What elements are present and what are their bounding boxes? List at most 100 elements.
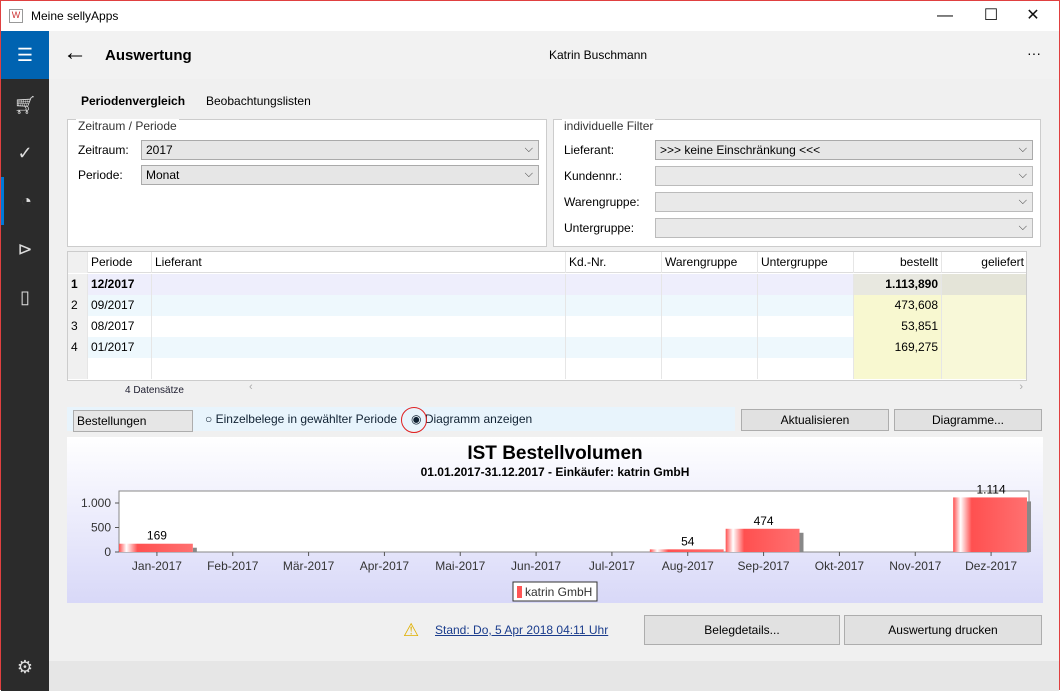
table-cell: 01/2017: [88, 337, 152, 358]
column-header[interactable]: Warengruppe: [662, 252, 758, 273]
chevron-down-icon: ⌵: [1018, 169, 1027, 181]
period-group: Zeitraum / Periode Zeitraum: 2017 ⌵ Perio…: [67, 119, 547, 247]
header: ← Auswertung Katrin Buschmann ···: [49, 31, 1059, 79]
table-cell: [942, 337, 1026, 358]
chart-panel: IST Bestellvolumen 01.01.2017-31.12.2017 …: [67, 437, 1043, 603]
tag-icon[interactable]: ⊳: [1, 225, 49, 273]
belegdetails-button[interactable]: Belegdetails...: [644, 615, 840, 645]
kundennr-select[interactable]: ⌵: [655, 166, 1033, 186]
table-cell: [662, 274, 758, 295]
data-table: Periode Lieferant Kd.-Nr. Warengruppe Un…: [67, 251, 1027, 381]
x-tick-label: Mär-2017: [283, 559, 335, 573]
bar-shadow: [1027, 501, 1031, 552]
radio-einzelbelege[interactable]: ○ Einzelbelege in gewählter Periode: [205, 412, 397, 426]
warengruppe-select[interactable]: ⌵: [655, 192, 1033, 212]
x-tick-label: Jan-2017: [132, 559, 182, 573]
tab-beobachtungslisten[interactable]: Beobachtungslisten: [206, 94, 311, 108]
table-cell: [68, 358, 88, 379]
diagrams-button[interactable]: Diagramme...: [894, 409, 1042, 431]
table-cell: [662, 316, 758, 337]
tab-periodenvergleich[interactable]: Periodenvergleich: [81, 94, 185, 108]
table-row[interactable]: 2 09/2017 473,608: [68, 295, 1026, 316]
refresh-button[interactable]: Aktualisieren: [741, 409, 889, 431]
bar-chart: IST Bestellvolumen01.01.2017-31.12.2017 …: [81, 443, 1031, 602]
table-row[interactable]: 1 12/2017 1.113,890: [68, 274, 1026, 295]
table-cell: [942, 358, 1026, 379]
table-cell: 08/2017: [88, 316, 152, 337]
record-count: 4 Datensätze: [125, 385, 184, 396]
y-tick-label: 500: [91, 521, 111, 535]
table-cell: 53,851: [854, 316, 942, 337]
table-cell: [566, 316, 662, 337]
minimize-button[interactable]: —: [925, 5, 965, 27]
bar: [725, 528, 800, 552]
table-row[interactable]: 3 08/2017 53,851: [68, 316, 1026, 337]
cart-icon[interactable]: 🛒︎: [1, 81, 49, 129]
chevron-down-icon: ⌵: [1018, 195, 1027, 207]
group-legend: individuelle Filter: [562, 119, 656, 133]
radio-diagramm[interactable]: ◉ Diagramm anzeigen: [411, 412, 532, 426]
zeitraum-select[interactable]: 2017 ⌵: [141, 140, 539, 160]
periode-select[interactable]: Monat ⌵: [141, 165, 539, 185]
stand-link[interactable]: Stand: Do, 5 Apr 2018 04:11 Uhr: [435, 623, 608, 637]
table-cell: [942, 316, 1026, 337]
table-row[interactable]: 4 01/2017 169,275: [68, 337, 1026, 358]
table-cell: [566, 337, 662, 358]
settings-icon[interactable]: ⚙: [1, 643, 49, 691]
x-tick-label: Jul-2017: [589, 559, 635, 573]
type-select[interactable]: Bestellungen: [73, 410, 193, 432]
bar: [119, 543, 193, 552]
print-report-button[interactable]: Auswertung drucken: [844, 615, 1042, 645]
scrollbar-thumb[interactable]: [1026, 270, 1027, 302]
book-icon[interactable]: ▯: [1, 273, 49, 321]
checkmark-icon[interactable]: ✓: [1, 129, 49, 177]
untergruppe-select[interactable]: ⌵: [655, 218, 1033, 238]
warengruppe-label: Warengruppe:: [564, 195, 640, 209]
table-row[interactable]: [68, 358, 1026, 379]
column-header[interactable]: Lieferant: [152, 252, 566, 273]
bar: [953, 497, 1027, 552]
table-cell: [758, 316, 854, 337]
user-name: Katrin Buschmann: [549, 48, 648, 62]
filter-group: individuelle Filter Lieferant: >>> keine…: [553, 119, 1041, 247]
column-header[interactable]: bestellt: [854, 252, 942, 273]
horizontal-scrollbar[interactable]: ‹ ›: [245, 381, 1027, 397]
x-tick-label: Dez-2017: [965, 559, 1017, 573]
more-options-button[interactable]: ···: [1027, 45, 1041, 61]
table-cell: [152, 337, 566, 358]
table-cell: 1.113,890: [854, 274, 942, 295]
table-cell: [152, 295, 566, 316]
close-button[interactable]: ✕: [1013, 5, 1053, 27]
vertical-scrollbar[interactable]: [1026, 252, 1027, 381]
column-header[interactable]: Untergruppe: [758, 252, 854, 273]
table-cell: 1: [68, 274, 88, 295]
table-cell: [566, 358, 662, 379]
warning-icon: ⚠: [403, 620, 420, 640]
pie-chart-icon[interactable]: ◔: [1, 177, 49, 225]
table-cell: [152, 274, 566, 295]
table-cell: [662, 358, 758, 379]
chevron-down-icon: ⌵: [1018, 143, 1027, 155]
column-header[interactable]: Periode: [88, 252, 152, 273]
column-header[interactable]: geliefert: [942, 252, 1026, 273]
sidebar: ☰ 🛒︎ ✓ ◔ ⊳ ▯ ⚙: [1, 31, 49, 691]
table-cell: [942, 274, 1026, 295]
highlight-circle: [401, 407, 427, 433]
hamburger-menu-icon[interactable]: ☰: [1, 31, 49, 79]
app-icon: W: [9, 9, 23, 23]
column-header[interactable]: Kd.-Nr.: [566, 252, 662, 273]
x-tick-label: Aug-2017: [662, 559, 714, 573]
legend-swatch: [517, 586, 522, 598]
table-cell: [662, 337, 758, 358]
table-cell: [758, 295, 854, 316]
data-label: 474: [754, 514, 774, 528]
lieferant-select[interactable]: >>> keine Einschränkung <<< ⌵: [655, 140, 1033, 160]
data-label: 1.114: [977, 482, 1006, 496]
y-tick-label: 1.000: [81, 496, 111, 510]
title-bar: W Meine sellyApps — ☐ ✕: [1, 1, 1059, 31]
back-arrow-icon[interactable]: ←: [63, 39, 87, 67]
maximize-button[interactable]: ☐: [971, 5, 1011, 27]
table-cell: 4: [68, 337, 88, 358]
table-cell: [758, 358, 854, 379]
table-cell: [566, 295, 662, 316]
